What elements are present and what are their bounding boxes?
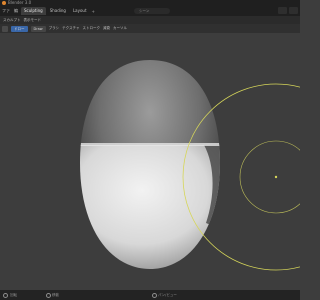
brush-menu[interactable]: ブラシ bbox=[49, 26, 59, 31]
falloff-menu[interactable]: 減衰 bbox=[103, 26, 110, 31]
brush-name-chip[interactable]: Draw bbox=[30, 25, 46, 32]
tool-settings-bar: ドロー Draw ブラシ テクスチャ ストローク 減衰 カーソル bbox=[0, 24, 300, 33]
mode-value[interactable]: 表示モード bbox=[24, 18, 42, 23]
tab-layout[interactable]: Layout bbox=[70, 7, 90, 15]
menu-item-file[interactable]: ファ bbox=[0, 8, 12, 14]
editor-header: スカルプト 表示モード bbox=[0, 16, 300, 24]
mouse-right-icon bbox=[152, 292, 157, 298]
status-bar: 回転 移動 パン/ビュー bbox=[0, 290, 300, 300]
minimize-button[interactable] bbox=[278, 7, 287, 14]
status-mid-text: 移動 bbox=[46, 290, 59, 300]
maximize-button[interactable] bbox=[289, 7, 298, 14]
status-mid2-text: パン/ビュー bbox=[152, 290, 177, 300]
blender-logo-icon bbox=[2, 1, 6, 5]
brush-center-dot bbox=[274, 175, 278, 179]
status-left-text: 回転 bbox=[10, 293, 18, 297]
window-controls bbox=[278, 7, 298, 14]
tab-shading[interactable]: Shading bbox=[47, 7, 69, 15]
texture-menu[interactable]: テクスチャ bbox=[62, 26, 79, 31]
mouse-left-icon bbox=[3, 292, 8, 298]
cursor-menu[interactable]: カーソル bbox=[113, 26, 127, 31]
window-title: Blender 3.0 bbox=[8, 0, 32, 5]
mouse-middle-icon bbox=[46, 292, 51, 298]
brush-falloff-circle bbox=[239, 140, 313, 214]
add-workspace-button[interactable]: + bbox=[92, 9, 95, 14]
status-mid2-label: パン/ビュー bbox=[158, 293, 177, 297]
menu-item-edit[interactable]: 編 bbox=[12, 8, 20, 14]
brush-chip[interactable]: ドロー bbox=[11, 25, 28, 32]
status-mid-label: 移動 bbox=[52, 293, 59, 297]
mode-label[interactable]: スカルプト bbox=[3, 18, 21, 23]
top-menubar: ファ 編 Sculpting Shading Layout + シーン bbox=[0, 6, 300, 16]
scene-search-field[interactable]: シーン bbox=[134, 8, 170, 14]
3d-viewport[interactable] bbox=[0, 33, 320, 290]
tab-sculpting[interactable]: Sculpting bbox=[21, 7, 46, 15]
brush-icon[interactable] bbox=[2, 25, 8, 32]
sculpt-mesh bbox=[80, 60, 220, 269]
viewport-canvas[interactable] bbox=[0, 33, 320, 290]
stroke-menu[interactable]: ストローク bbox=[82, 26, 100, 31]
